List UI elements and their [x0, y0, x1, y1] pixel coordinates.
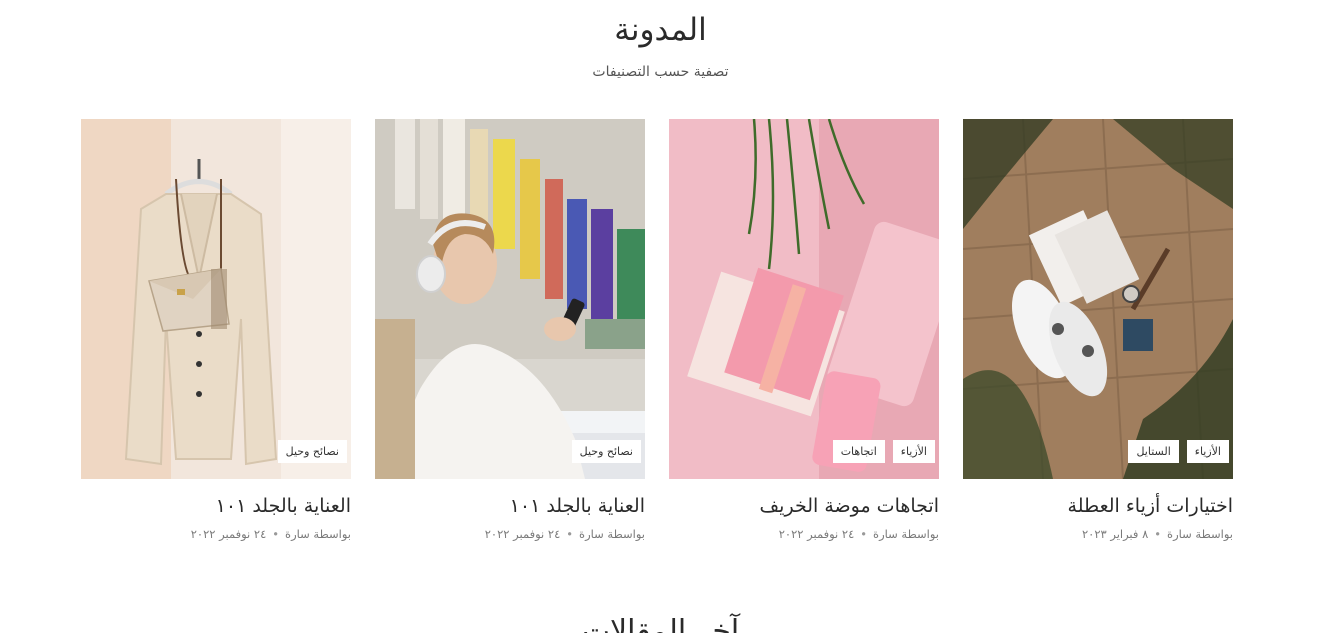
post-image-graphic	[81, 119, 351, 479]
post-date: ٢٤ نوفمبر ٢٠٢٢	[484, 527, 561, 541]
post-card[interactable]: الأزياء اتجاهات اتجاهات موضة الخريف بواس…	[669, 119, 939, 559]
posts-grid: الأزياء الستايل اختيارات أزياء العطلة بو…	[81, 119, 1233, 559]
post-author: بواسطة سارة	[285, 527, 351, 541]
post-title[interactable]: اختيارات أزياء العطلة	[963, 493, 1233, 519]
post-image-graphic	[375, 119, 645, 479]
post-card[interactable]: نصائح وحيل العناية بالجلد ١٠١ بواسطة سار…	[375, 119, 645, 559]
post-title[interactable]: اتجاهات موضة الخريف	[669, 493, 939, 519]
tag-style[interactable]: الستايل	[1128, 440, 1179, 463]
post-date: ٨ فبراير ٢٠٢٣	[1081, 527, 1149, 541]
separator-dot: •	[1154, 527, 1162, 541]
tag-tips[interactable]: نصائح وحيل	[571, 440, 641, 463]
tag-fashion[interactable]: الأزياء	[892, 440, 935, 463]
blog-page: المدونة تصفية حسب التصنيفات الأزياء الست…	[0, 0, 1321, 633]
post-card[interactable]: الأزياء الستايل اختيارات أزياء العطلة بو…	[963, 119, 1233, 559]
post-title[interactable]: العناية بالجلد ١٠١	[375, 493, 645, 519]
post-card[interactable]: نصائح وحيل العناية بالجلد ١٠١ بواسطة سار…	[81, 119, 351, 559]
post-tags: الأزياء الستايل	[1128, 440, 1229, 463]
post-title[interactable]: العناية بالجلد ١٠١	[81, 493, 351, 519]
page-title: المدونة	[614, 12, 707, 48]
tag-tips[interactable]: نصائح وحيل	[277, 440, 347, 463]
post-image-pink-notebooks[interactable]: الأزياء اتجاهات	[669, 119, 939, 479]
post-meta: بواسطة سارة • ٢٤ نوفمبر ٢٠٢٢	[81, 525, 351, 543]
post-image-woman-headphones[interactable]: نصائح وحيل	[375, 119, 645, 479]
post-image-graphic	[669, 119, 939, 479]
post-date: ٢٤ نوفمبر ٢٠٢٢	[778, 527, 855, 541]
post-author: بواسطة سارة	[1167, 527, 1233, 541]
post-image-blazer-handbag[interactable]: نصائح وحيل	[81, 119, 351, 479]
post-tags: نصائح وحيل	[571, 440, 641, 463]
post-meta: بواسطة سارة • ٢٤ نوفمبر ٢٠٢٢	[375, 525, 645, 543]
post-author: بواسطة سارة	[579, 527, 645, 541]
tag-trends[interactable]: اتجاهات	[832, 440, 885, 463]
separator-dot: •	[566, 527, 574, 541]
post-author: بواسطة سارة	[873, 527, 939, 541]
post-image-sneakers[interactable]: الأزياء الستايل	[963, 119, 1233, 479]
separator-dot: •	[272, 527, 280, 541]
post-meta: بواسطة سارة • ٨ فبراير ٢٠٢٣	[963, 525, 1233, 543]
post-tags: الأزياء اتجاهات	[832, 440, 935, 463]
category-filter-link[interactable]: تصفية حسب التصنيفات	[0, 62, 1321, 82]
tag-fashion[interactable]: الأزياء	[1186, 440, 1229, 463]
post-meta: بواسطة سارة • ٢٤ نوفمبر ٢٠٢٢	[669, 525, 939, 543]
post-image-graphic	[963, 119, 1233, 479]
post-date: ٢٤ نوفمبر ٢٠٢٢	[190, 527, 267, 541]
post-tags: نصائح وحيل	[277, 440, 347, 463]
next-section-title: آخر المقالات	[581, 614, 740, 633]
separator-dot: •	[860, 527, 868, 541]
